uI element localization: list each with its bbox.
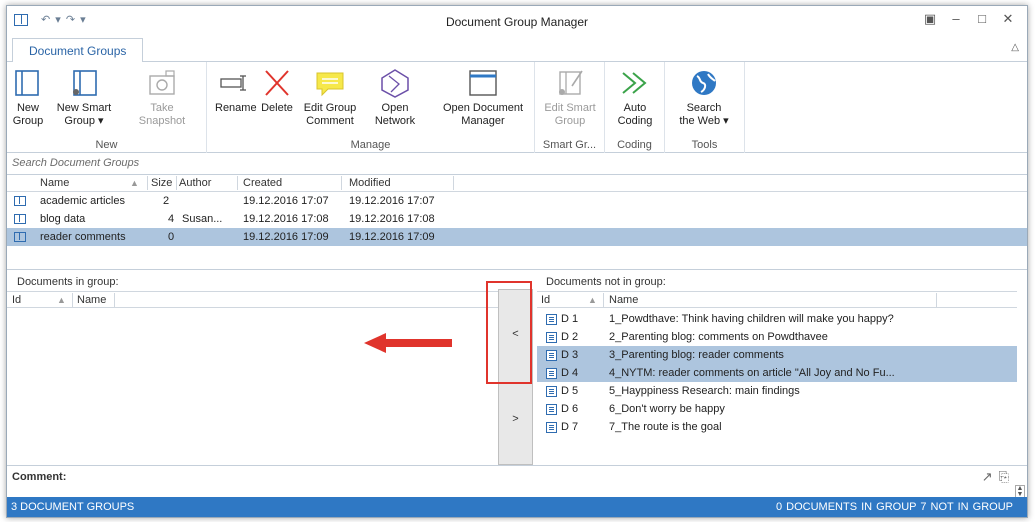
ribbon-group-coding: Auto Coding Coding [605,62,665,153]
splitter[interactable] [7,269,1027,270]
status-document-counts: 0 DOCUMENTS IN GROUP 7 NOT IN GROUP [775,501,1013,513]
in-group-table-header: Id ▲ Name [7,291,498,308]
search-the-web-button[interactable]: Search the Web ▾ [671,62,737,128]
comment-area[interactable]: Comment: ↗⎘ ▲ ▼ [7,465,1027,500]
text-document-icon [546,386,557,397]
edit-smart-group-icon [559,70,583,95]
auto-coding-button[interactable]: Auto Coding [609,62,661,128]
delete-icon [265,70,289,96]
list-item[interactable]: D 2 2_Parenting blog: comments on Powdth… [537,328,1017,346]
column-header-size[interactable]: Size [151,177,172,189]
column-header-id[interactable]: Id [541,294,550,306]
folder-icon [15,70,39,96]
list-item-selected[interactable]: D 4 4_NYTM: reader comments on article "… [537,364,1017,382]
column-header-modified[interactable]: Modified [349,177,391,189]
group-label-manage: Manage [350,139,391,151]
comment-label: Comment: [12,471,67,483]
edit-group-comment-button[interactable]: Edit Group Comment [297,62,363,128]
expand-icon[interactable]: ↗ [982,469,999,484]
sort-ascending-icon: ▲ [57,295,66,305]
column-header-created[interactable]: Created [243,177,282,189]
document-group-icon [14,214,26,224]
text-document-icon [546,350,557,361]
document-group-icon [14,232,26,242]
ribbon-group-tools: Search the Web ▾ Tools [665,62,745,153]
annotation-arrow-left-icon [364,333,452,353]
rename-icon [220,75,246,91]
edit-smart-group-button[interactable]: Edit Smart Group [539,62,601,128]
annotation-highlight-box [486,281,532,384]
camera-icon [149,70,175,95]
text-document-icon [546,332,557,343]
documents-not-in-group-title: Documents not in group: [546,276,666,288]
column-header-name[interactable]: Name [77,294,106,306]
ribbon: New Group New Smart Group ▾ Take Snapsho… [7,62,1027,153]
comment-toolbar: ↗⎘ [982,469,1015,485]
sort-ascending-icon: ▲ [130,178,139,188]
comment-icon [316,72,344,97]
list-item[interactable]: D 1 1_Powdthave: Think having children w… [537,310,1017,328]
text-document-icon [546,368,557,379]
document-group-icon [14,196,26,206]
window-icon [469,70,497,96]
document-group-manager-window: ↶ ▾ ↷ ▾ Document Group Manager ▣ – □ ✕ D… [6,5,1028,518]
collapse-ribbon-icon[interactable]: △ [1011,42,1019,53]
globe-icon [692,71,716,95]
group-label-tools: Tools [691,139,718,151]
status-bar: 3 DOCUMENT GROUPS 0 DOCUMENTS IN GROUP 7… [7,497,1027,517]
status-group-count: 3 DOCUMENT GROUPS [11,501,135,513]
delete-button[interactable]: Delete [258,62,296,115]
image-document-icon [546,404,557,415]
auto-coding-icon [622,72,647,94]
network-icon [381,69,409,98]
table-row[interactable]: blog data 4 Susan... 19.12.2016 17:08 19… [7,210,1027,228]
ribbon-tabs: Document Groups △ [7,36,1027,63]
table-row-selected[interactable]: reader comments 0 19.12.2016 17:09 19.12… [7,228,1027,246]
restore-ribbon-icon[interactable]: ▣ [917,11,943,27]
save-icon[interactable]: ⎘ [999,469,1015,484]
new-smart-group-button[interactable]: New Smart Group ▾ [53,62,115,128]
window-controls: ▣ – □ ✕ [917,11,1021,27]
minimize-button[interactable]: – [943,11,969,27]
group-label-new: New [95,139,118,151]
table-row[interactable]: academic articles 2 19.12.2016 17:07 19.… [7,192,1027,210]
search-input[interactable] [12,153,412,173]
list-item[interactable]: D 6 6_Don't worry be happy [537,400,1017,418]
groups-table: Name ▲ Size Author Created Modified acad… [7,175,1027,269]
list-item[interactable]: D 5 5_Hayppiness Research: main findings [537,382,1017,400]
tab-document-groups[interactable]: Document Groups [12,38,144,63]
smart-group-icon [73,70,97,96]
groups-table-header: Name ▲ Size Author Created Modified [7,175,1027,192]
image-document-icon [546,314,557,325]
rename-button[interactable]: Rename [215,62,257,115]
documents-in-group-title: Documents in group: [17,276,119,288]
list-item[interactable]: D 7 7_The route is the goal [537,418,1017,436]
not-in-group-table-header: Id ▲ Name [537,291,1017,308]
window-title: Document Group Manager [445,15,589,29]
column-header-name[interactable]: Name [40,177,69,189]
ribbon-group-new: New Group New Smart Group ▾ Take Snapsho… [7,62,207,153]
sort-ascending-icon: ▲ [588,295,597,305]
image-document-icon [546,422,557,433]
take-snapshot-button[interactable]: Take Snapshot [133,62,191,128]
maximize-button[interactable]: □ [969,11,995,27]
group-label-coding: Coding [617,139,652,151]
list-item-selected[interactable]: D 3 3_Parenting blog: reader comments [537,346,1017,364]
new-group-button[interactable]: New Group [11,62,45,128]
ribbon-group-manage: Rename Delete Edit Group Comment Open Ne… [207,62,535,153]
column-header-id[interactable]: Id [12,294,21,306]
ribbon-group-smart: Edit Smart Group Smart Gr... [535,62,605,153]
open-network-button[interactable]: Open Network [367,62,423,128]
open-document-manager-button[interactable]: Open Document Manager [435,62,531,128]
title-bar: ↶ ▾ ↷ ▾ Document Group Manager ▣ – □ ✕ [7,6,1027,36]
group-label-smart: Smart Gr... [542,139,597,151]
search-bar [7,153,1027,175]
remove-from-group-button[interactable]: > [499,413,532,425]
close-button[interactable]: ✕ [995,11,1021,27]
column-header-author[interactable]: Author [179,177,211,189]
column-header-name[interactable]: Name [609,294,638,306]
